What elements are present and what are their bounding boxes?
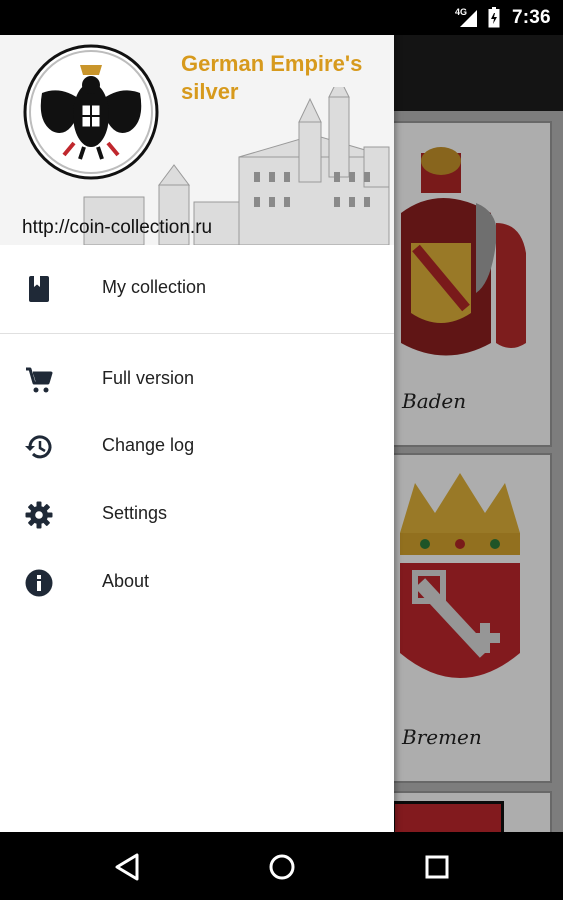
eagle-emblem (23, 44, 159, 180)
status-bar: 4G 7:36 (0, 0, 563, 35)
menu-item-full-version[interactable]: Full version (0, 348, 394, 410)
menu-divider (0, 333, 394, 334)
system-nav-bar (0, 832, 563, 900)
history-icon (25, 435, 52, 459)
book-icon (29, 276, 49, 302)
home-icon[interactable] (265, 850, 299, 884)
menu-item-my-collection[interactable]: My collection (0, 257, 394, 319)
battery-icon (488, 7, 500, 28)
back-icon[interactable] (110, 850, 144, 884)
app-title: German Empire's silver (181, 51, 363, 104)
clock: 7:36 (512, 7, 551, 28)
menu-item-change-log[interactable]: Change log (0, 415, 394, 477)
drawer-header: German Empire's silver http://coin-colle… (0, 35, 394, 245)
menu-item-about[interactable]: About (0, 551, 394, 613)
gear-icon (25, 501, 53, 529)
cart-icon (26, 367, 53, 393)
navigation-drawer: German Empire's silver http://coin-colle… (0, 35, 394, 832)
info-icon (25, 569, 53, 597)
menu-item-label: Change log (102, 435, 195, 455)
menu-item-label: My collection (102, 277, 207, 297)
recents-icon[interactable] (420, 850, 454, 884)
menu-item-label: Settings (102, 503, 168, 523)
signal-icon (460, 10, 477, 27)
website-link[interactable]: http://coin-collection.ru (22, 217, 212, 239)
menu-item-settings[interactable]: Settings (0, 483, 394, 545)
menu-item-label: Full version (102, 368, 195, 388)
menu-item-label: About (102, 571, 150, 591)
